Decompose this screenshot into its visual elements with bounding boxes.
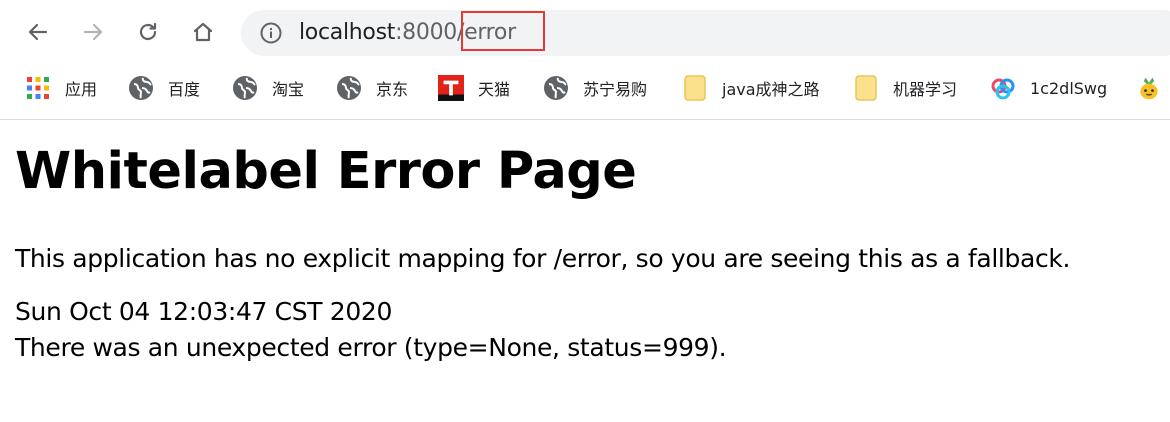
home-button[interactable] [185, 14, 221, 50]
info-icon[interactable] [259, 21, 283, 45]
bookmark-label: 淘宝 [272, 80, 305, 99]
bookmark-tmall[interactable]: 天猫 [438, 74, 510, 102]
url-host: localhost [299, 20, 396, 45]
url-port: :8000 [395, 20, 457, 45]
folder-icon [682, 75, 708, 101]
bookmark-baidu-pan[interactable]: 1c2dlSwg [990, 74, 1107, 102]
bookmark-baidu[interactable]: 百度 [128, 74, 200, 102]
globe-icon [543, 75, 569, 101]
baidu-pan-icon [990, 75, 1016, 101]
folder-icon [853, 75, 879, 101]
bookmark-label: 京东 [376, 80, 409, 99]
bookmark-jd[interactable]: 京东 [336, 74, 408, 102]
forward-arrow-icon [83, 23, 103, 41]
apps-grid-icon [25, 75, 51, 101]
address-bar[interactable]: localhost:8000/error [241, 10, 1170, 56]
error-timestamp: Sun Oct 04 12:03:47 CST 2020 [15, 297, 393, 326]
bookmark-label: 苏宁易购 [583, 80, 648, 99]
tmall-icon [438, 75, 464, 101]
bookmark-folder-java[interactable]: java成神之路 [682, 74, 820, 102]
url-text[interactable]: localhost:8000/error [299, 20, 516, 46]
bookmark-label: 应用 [65, 80, 98, 99]
url-path: /error [456, 20, 516, 45]
bookmark-taobao[interactable]: 淘宝 [232, 74, 304, 102]
bookmark-label: 天猫 [478, 80, 511, 99]
browser-chrome: localhost:8000/error 应用 百度 淘宝 京东 天猫 苏宁易购… [0, 0, 1170, 120]
error-message: There was an unexpected error (type=None… [15, 333, 727, 362]
bookmark-label: 1c2dlSwg [1030, 78, 1108, 98]
bookmark-label: 机器学习 [893, 80, 958, 99]
reload-icon [139, 22, 157, 41]
page-content: Whitelabel Error Page This application h… [15, 130, 1165, 366]
back-arrow-icon [28, 23, 48, 41]
forward-button[interactable] [75, 14, 111, 50]
bookmark-label: java成神之路 [722, 80, 820, 99]
error-details: Sun Oct 04 12:03:47 CST 2020 There was a… [15, 294, 1165, 366]
home-icon [193, 22, 213, 42]
globe-icon [128, 75, 154, 101]
back-button[interactable] [20, 14, 56, 50]
bookmarks-bar: 应用 百度 淘宝 京东 天猫 苏宁易购 java成神之路 机器学习 1c2dlS… [0, 68, 1170, 108]
globe-icon [232, 75, 258, 101]
globe-icon [336, 75, 362, 101]
bookmark-folder-ml[interactable]: 机器学习 [853, 74, 957, 102]
error-description: This application has no explicit mapping… [15, 244, 1071, 273]
bookmark-label: 百度 [168, 80, 201, 99]
pineapple-icon [1136, 75, 1162, 101]
bookmark-apps[interactable]: 应用 [25, 74, 97, 102]
reload-button[interactable] [130, 14, 166, 50]
bookmark-suning[interactable]: 苏宁易购 [543, 74, 647, 102]
page-title: Whitelabel Error Page [15, 142, 637, 201]
bookmark-extra[interactable] [1136, 74, 1162, 102]
